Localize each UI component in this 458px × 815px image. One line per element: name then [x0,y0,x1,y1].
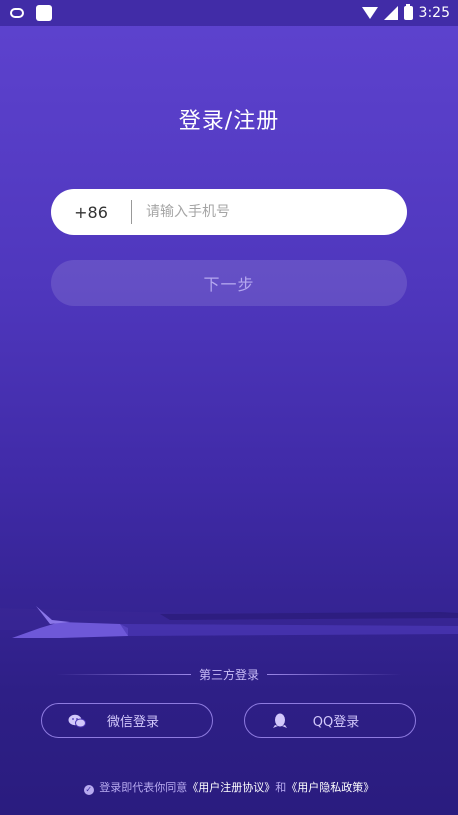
cloud-icon [10,8,24,18]
qq-icon [269,713,291,729]
checkmark-icon[interactable]: ✓ [83,785,94,795]
signal-icon [383,6,398,20]
wechat-login-label: 微信登录 [106,715,159,730]
battery-icon [403,4,413,20]
app-square-icon [36,5,52,21]
status-bar: 3:25 [0,0,458,26]
country-code[interactable]: +86 [51,203,131,222]
user-agreement-link[interactable]: 《用户注册协议》 [187,781,275,794]
agreement-text: ✓ 登录即代表你同意《用户注册协议》和《用户隐私政策》 [0,779,458,795]
next-button[interactable]: 下一步 [51,260,407,306]
third-party-label: 第三方登录 [198,667,259,682]
agreement-prefix: 登录即代表你同意 [99,781,188,794]
qq-login-label: QQ登录 [312,715,360,730]
phone-field[interactable]: +86 [51,189,407,235]
decorative-plane-graphic [0,606,458,638]
qq-login-button[interactable]: QQ登录 [244,703,416,738]
privacy-policy-link[interactable]: 《用户隐私政策》 [286,781,374,794]
third-party-divider: 第三方登录 [0,667,458,682]
wifi-icon [361,7,378,19]
divider-line-right [267,673,402,675]
agreement-and: 和 [275,781,287,794]
field-divider [131,200,132,224]
phone-input[interactable] [144,203,388,221]
status-time: 3:25 [418,5,450,21]
status-right: 3:25 [361,4,458,21]
divider-line-left [55,673,191,675]
status-left [0,5,52,21]
page-title: 登录/注册 [178,109,280,134]
wechat-icon [66,714,88,728]
wechat-login-button[interactable]: 微信登录 [41,703,213,738]
